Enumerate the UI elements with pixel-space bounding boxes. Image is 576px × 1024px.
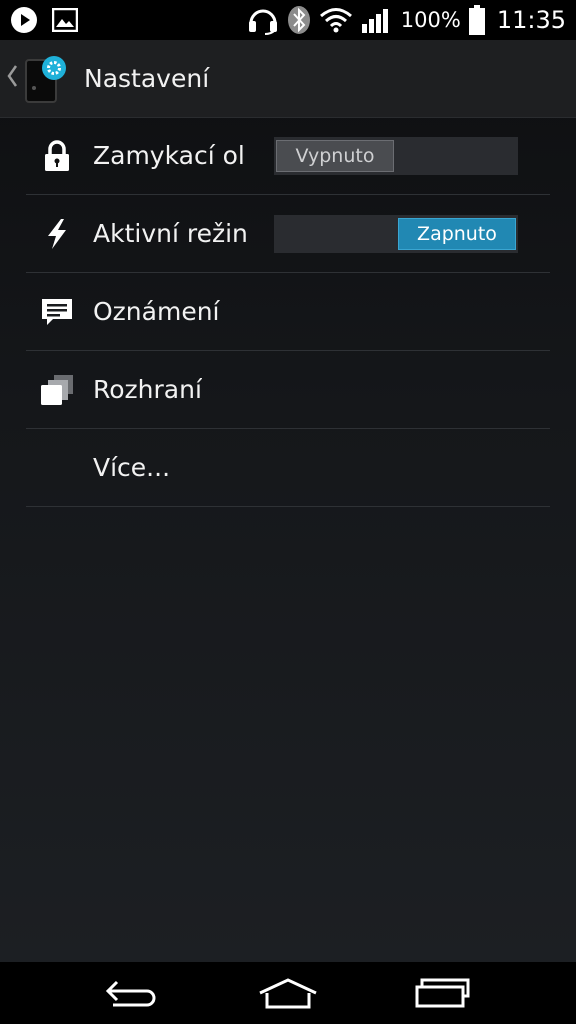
back-icon[interactable]	[97, 972, 167, 1014]
settings-item-interface[interactable]: Rozhraní	[26, 351, 550, 429]
play-icon	[10, 6, 38, 34]
settings-list: Zamykací ol Vypnuto Aktivní režin Zapnut…	[26, 117, 550, 507]
settings-item-more[interactable]: Více...	[26, 429, 550, 507]
home-icon[interactable]	[253, 972, 323, 1014]
screen: 100% 11:35 Nastavení Zamykací ol Vypnuto…	[0, 0, 576, 1024]
active-mode-toggle[interactable]: Zapnuto	[274, 214, 518, 253]
lightning-icon	[40, 217, 74, 251]
windows-icon	[40, 373, 74, 407]
recent-apps-icon[interactable]	[408, 972, 478, 1014]
headset-icon	[247, 5, 279, 35]
notification-icon	[40, 295, 74, 329]
settings-item-label: Více...	[93, 453, 171, 482]
back-caret-icon[interactable]	[6, 64, 22, 94]
navigation-bar	[0, 962, 576, 1024]
settings-item-label: Rozhraní	[93, 375, 202, 404]
action-bar[interactable]: Nastavení	[0, 40, 576, 117]
settings-item-active-mode[interactable]: Aktivní režin Zapnuto	[26, 195, 550, 273]
battery-percent: 100%	[400, 8, 461, 32]
wifi-icon	[319, 6, 353, 34]
status-bar: 100% 11:35	[0, 0, 576, 40]
lock-icon	[40, 139, 74, 173]
image-icon	[52, 8, 78, 32]
settings-item-label: Zamykací ol	[93, 141, 245, 170]
settings-item-label: Oznámení	[93, 297, 220, 326]
toggle-knob: Vypnuto	[276, 139, 394, 172]
lock-screen-toggle[interactable]: Vypnuto	[274, 136, 518, 175]
settings-app-icon[interactable]	[24, 54, 68, 104]
settings-item-notifications[interactable]: Oznámení	[26, 273, 550, 351]
clock: 11:35	[496, 6, 566, 34]
signal-icon	[361, 6, 393, 34]
battery-icon	[468, 5, 485, 35]
toggle-knob: Zapnuto	[398, 217, 516, 250]
settings-item-label: Aktivní režin	[93, 219, 248, 248]
page-title: Nastavení	[84, 64, 210, 93]
settings-item-lock-screen[interactable]: Zamykací ol Vypnuto	[26, 117, 550, 195]
bluetooth-icon	[287, 5, 311, 35]
